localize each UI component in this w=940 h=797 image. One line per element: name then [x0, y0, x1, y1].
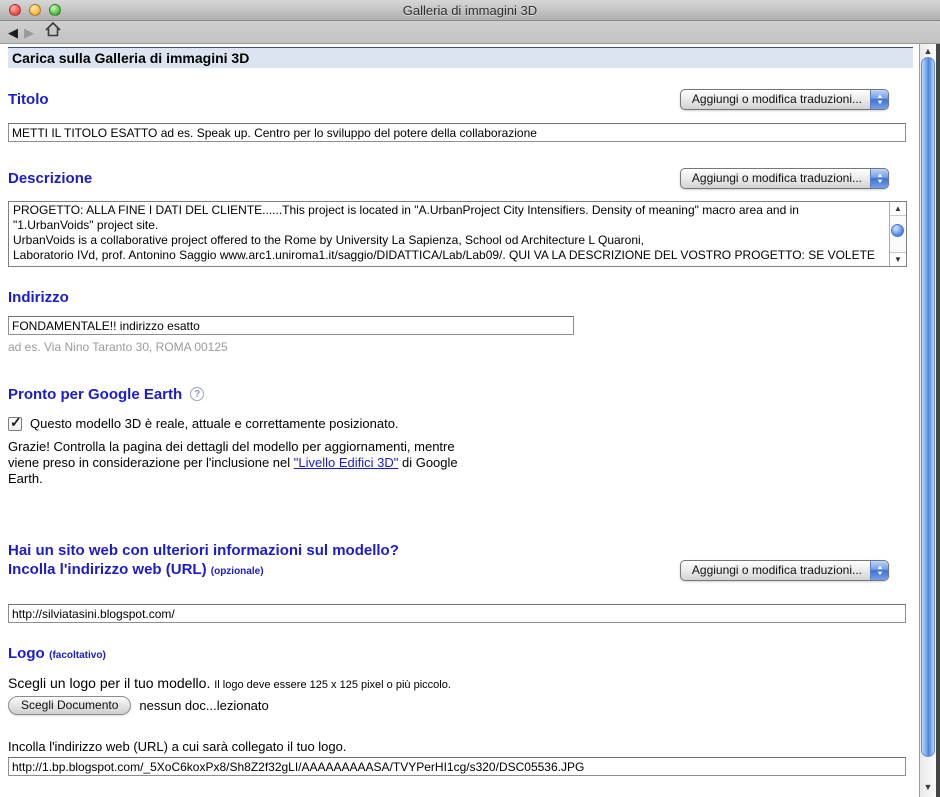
- browser-window: Galleria di immagini 3D ◀ ▶ Carica sulla…: [0, 0, 940, 797]
- translations-select-label: Aggiungi o modifica traduzioni...: [681, 90, 870, 109]
- section-title-google-earth: Pronto per Google Earth: [8, 386, 182, 403]
- section-title-indirizzo: Indirizzo: [8, 289, 919, 306]
- home-icon-glyph: [44, 21, 62, 38]
- page-title: Carica sulla Galleria di immagini 3D: [8, 47, 913, 68]
- zoom-window-button[interactable]: [49, 4, 61, 16]
- livello-edifici-link[interactable]: "Livello Edifici 3D": [294, 455, 399, 470]
- translations-select-descrizione[interactable]: Aggiungi o modifica traduzioni... ▲ ▼: [680, 168, 889, 189]
- choose-file-button[interactable]: Scegli Documento: [8, 696, 131, 715]
- website-url-input[interactable]: [8, 604, 906, 623]
- facoltativo-note: (facoltativo): [49, 650, 106, 661]
- logo-url-label: Incolla l'indirizzo web (URL) a cui sarà…: [8, 739, 919, 754]
- minimize-window-button[interactable]: [29, 4, 41, 16]
- check-icon: ✓: [10, 414, 22, 431]
- titolo-input[interactable]: [8, 123, 906, 142]
- logo-size-hint: Il logo deve essere 125 x 125 pixel o pi…: [214, 679, 451, 691]
- scrollbar-thumb[interactable]: [921, 57, 935, 757]
- scrollbar-thumb[interactable]: [891, 224, 904, 237]
- section-title-titolo: Titolo: [8, 91, 49, 108]
- page-content: Carica sulla Galleria di immagini 3D Tit…: [0, 44, 919, 797]
- browser-toolbar: ◀ ▶: [0, 21, 940, 44]
- logo-choose-text: Scegli un logo per il tuo modello.: [8, 675, 210, 691]
- home-icon[interactable]: [44, 21, 62, 43]
- titlebar: Galleria di immagini 3D: [0, 0, 940, 21]
- translations-select-label: Aggiungi o modifica traduzioni...: [681, 561, 870, 580]
- stepper-arrows-icon: ▲ ▼: [870, 561, 888, 580]
- google-earth-checkbox-label: Questo modello 3D è reale, attuale e cor…: [30, 416, 399, 431]
- google-earth-thanks: Grazie! Controlla la pagina dei dettagli…: [8, 439, 478, 487]
- window-scrollbar[interactable]: ▲ ▼: [919, 44, 936, 797]
- close-window-button[interactable]: [9, 4, 21, 16]
- website-url-label: Incolla l'indirizzo web (URL) (opzionale…: [8, 560, 264, 581]
- window-controls: [9, 4, 61, 16]
- website-question: Hai un sito web con ulteriori informazio…: [8, 541, 919, 560]
- scroll-down-icon[interactable]: ▼: [890, 252, 906, 266]
- descrizione-textarea[interactable]: PROGETTO: ALLA FINE I DATI DEL CLIENTE..…: [9, 202, 888, 266]
- section-title-logo: Logo: [8, 645, 45, 662]
- translations-select-titolo[interactable]: Aggiungi o modifica traduzioni... ▲ ▼: [680, 89, 889, 110]
- translations-select-label: Aggiungi o modifica traduzioni...: [681, 169, 870, 188]
- back-icon[interactable]: ◀: [8, 26, 18, 39]
- indirizzo-hint: ad es. Via Nino Taranto 30, ROMA 00125: [8, 340, 919, 354]
- section-title-descrizione: Descrizione: [8, 170, 92, 187]
- google-earth-checkbox[interactable]: ✓: [8, 417, 22, 431]
- stepper-arrows-icon: ▲ ▼: [870, 90, 888, 109]
- logo-url-input[interactable]: [8, 757, 906, 776]
- scroll-down-icon[interactable]: ▼: [920, 780, 936, 795]
- translations-select-website[interactable]: Aggiungi o modifica traduzioni... ▲ ▼: [680, 560, 889, 581]
- descrizione-field: PROGETTO: ALLA FINE I DATI DEL CLIENTE..…: [8, 201, 907, 267]
- indirizzo-input[interactable]: [8, 316, 574, 335]
- textarea-scrollbar[interactable]: ▲ ▼: [889, 202, 906, 266]
- file-status-text: nessun doc...lezionato: [139, 698, 268, 713]
- help-icon[interactable]: ?: [190, 387, 204, 401]
- window-title: Galleria di immagini 3D: [0, 3, 940, 18]
- desktop-edge: [936, 44, 940, 797]
- scroll-up-icon[interactable]: ▲: [890, 202, 906, 216]
- forward-icon[interactable]: ▶: [24, 26, 34, 39]
- optional-note: (opzionale): [211, 566, 264, 577]
- stepper-arrows-icon: ▲ ▼: [870, 169, 888, 188]
